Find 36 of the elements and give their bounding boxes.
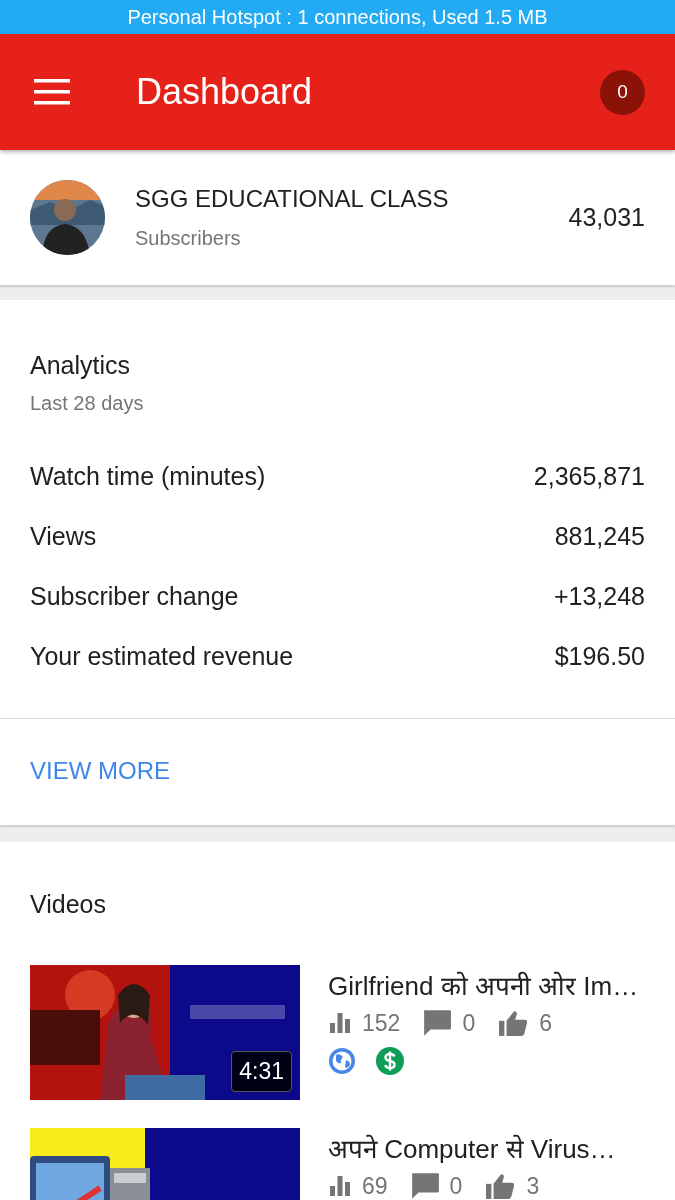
comment-icon	[409, 1172, 440, 1200]
dollar-icon	[376, 1047, 404, 1075]
hotspot-status-text: Personal Hotspot : 1 connections, Used 1.5 MB	[127, 6, 548, 28]
menu-icon[interactable]	[34, 78, 72, 106]
bar-chart-icon	[328, 1174, 352, 1198]
metric-label: Your estimated revenue	[30, 641, 294, 671]
duration-label: 4:31	[231, 1051, 292, 1092]
metric-value: +13,248	[553, 581, 645, 611]
view-count: 69	[362, 1172, 388, 1200]
video-title[interactable]: अपने Computer से Virus…	[328, 1128, 616, 1170]
thumbs-up-icon	[497, 1009, 530, 1037]
metric-label: Watch time (minutes)	[30, 461, 266, 491]
subscribers-label: Subscribers	[135, 227, 242, 250]
like-count: 3	[526, 1172, 540, 1200]
screen-title: Dashboard	[136, 71, 314, 113]
comment-count: 0	[449, 1172, 463, 1200]
period-label: Last 28 days	[30, 391, 145, 416]
view-count: 152	[362, 1009, 401, 1037]
subscriber-count: 43,031	[568, 203, 645, 232]
video-title[interactable]: Girlfriend को अपनी ओर Im…	[328, 965, 639, 1007]
metric-label: Views	[30, 521, 97, 551]
comment-icon	[422, 1009, 453, 1037]
globe-icon	[328, 1047, 356, 1075]
notification-count-badge[interactable]: 0	[600, 69, 645, 115]
metric-value: $196.50	[554, 641, 645, 671]
bar-chart-icon	[328, 1011, 352, 1035]
metric-value: 881,245	[554, 521, 645, 551]
view-more-link[interactable]: VIEW MORE	[30, 757, 170, 785]
section-title: Videos	[30, 890, 107, 918]
channel-name: SGG EDUCATIONAL CLASS	[135, 185, 450, 213]
comment-count: 0	[462, 1009, 476, 1037]
thumbs-up-icon	[484, 1172, 517, 1200]
metric-label: Subscriber change	[30, 581, 239, 611]
section-title: Analytics	[30, 350, 132, 381]
metric-value: 2,365,871	[533, 461, 645, 491]
like-count: 6	[539, 1009, 552, 1037]
